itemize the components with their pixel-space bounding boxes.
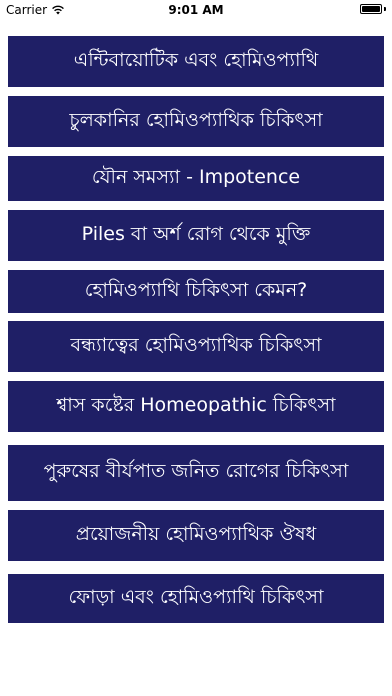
menu-item-label: চুলকানির হোমিওপ্যাথিক চিকিৎসা	[69, 108, 323, 131]
menu-item-essential-medicines[interactable]: প্রয়োজনীয় হোমিওপ্যাথিক ঔষধ	[8, 510, 384, 561]
menu-item-infertility[interactable]: বন্ধ্যাত্বের হোমিওপ্যাথিক চিকিৎসা	[8, 321, 384, 372]
menu-item-label: বন্ধ্যাত্বের হোমিওপ্যাথিক চিকিৎসা	[70, 333, 322, 356]
menu-item-impotence[interactable]: যৌন সমস্যা - Impotence	[8, 156, 384, 201]
menu-item-ejaculation-disorder[interactable]: পুরুষের বীর্যপাত জনিত রোগের চিকিৎসা	[8, 445, 384, 501]
menu-item-label: ফোড়া এবং হোমিওপ্যাথি চিকিৎসা	[68, 585, 324, 608]
status-time: 9:01 AM	[168, 3, 224, 17]
menu-item-boils[interactable]: ফোড়া এবং হোমিওপ্যাথি চিকিৎসা	[8, 574, 384, 623]
menu-item-label: পুরুষের বীর্যপাত জনিত রোগের চিকিৎসা	[43, 460, 349, 482]
menu-item-homeopathy-how[interactable]: হোমিওপ্যাথি চিকিৎসা কেমন?	[8, 270, 384, 313]
status-bar: Carrier 9:01 AM	[0, 0, 392, 22]
menu-item-label: শ্বাস কষ্টের Homeopathic চিকিৎসা	[56, 393, 336, 416]
menu-item-piles[interactable]: Piles বা অর্শ রোগ থেকে মুক্তি	[8, 210, 384, 261]
battery-icon	[360, 4, 386, 14]
menu-item-label: হোমিওপ্যাথি চিকিৎসা কেমন?	[84, 278, 308, 301]
menu-item-itching-treatment[interactable]: চুলকানির হোমিওপ্যাথিক চিকিৎসা	[8, 96, 384, 147]
menu-item-label: প্রয়োজনীয় হোমিওপ্যাথিক ঔষধ	[75, 522, 317, 545]
menu-item-asthma[interactable]: শ্বাস কষ্টের Homeopathic চিকিৎসা	[8, 381, 384, 432]
menu-item-label: Piles বা অর্শ রোগ থেকে মুক্তি	[81, 222, 311, 245]
menu-item-label: যৌন সমস্যা - Impotence	[91, 165, 301, 188]
menu-item-label: এন্টিবায়োটিক এবং হোমিওপ্যাথি	[73, 48, 319, 71]
menu-item-antibiotic-homeopathy[interactable]: এন্টিবায়োটিক এবং হোমিওপ্যাথি	[8, 36, 384, 87]
